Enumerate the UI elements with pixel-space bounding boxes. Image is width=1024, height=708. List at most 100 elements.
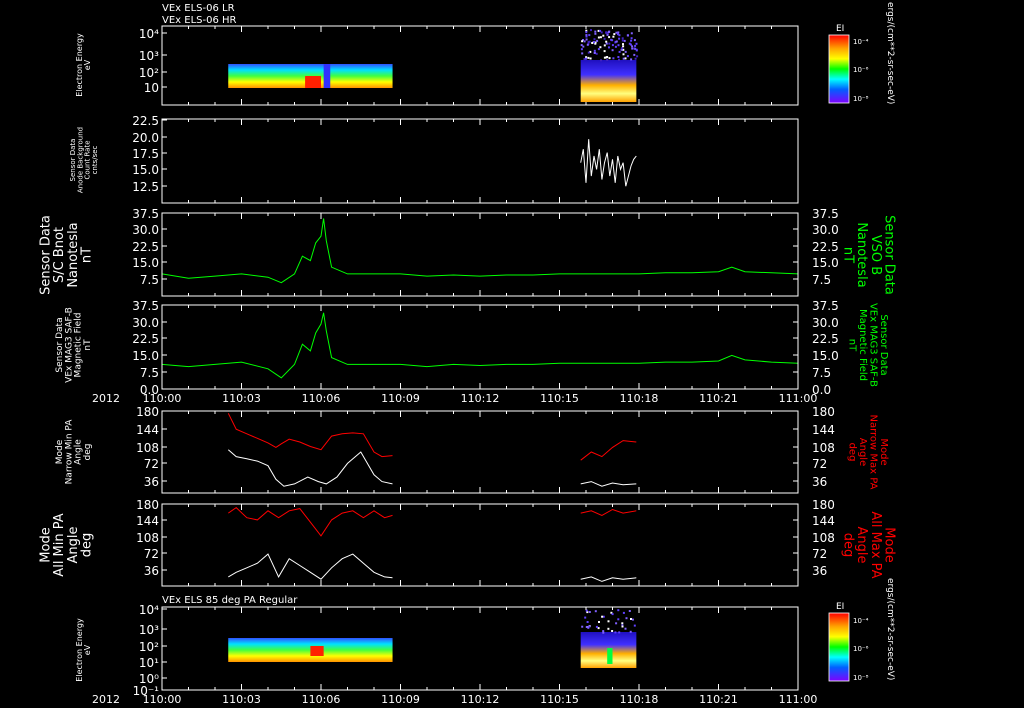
y-axis-label: deg (79, 533, 94, 558)
time-axis-labels: 2012 110:00 110:03 110:06 110:09 110:12 110:15… (92, 693, 817, 706)
spectrogram-speckle (611, 44, 614, 47)
spectrogram-speckle (607, 620, 610, 623)
panel-els-85-deg-spectrogram: 10⁴10³10²10¹10⁰10⁻¹Electron Energy eV (75, 603, 799, 698)
spectrogram-speckle (633, 47, 636, 50)
spectrogram-speckle (606, 59, 609, 61)
y-tick-label: 30.0 (132, 223, 159, 237)
spectrogram-speckle (603, 37, 606, 40)
y-tick-label-right: 108 (812, 531, 835, 545)
y-tick-label: 10⁴ (139, 603, 159, 617)
y-tick-label: 144 (136, 423, 159, 437)
y-tick-label: 37.5 (132, 207, 159, 221)
footer-panel-title: VEx ELS 85 deg PA Regular (162, 595, 298, 606)
y-tick-label-right: 7.5 (812, 366, 831, 380)
y-tick-label-right: 30.0 (812, 223, 839, 237)
panel-all-pa: 180 180144 144108 10872 7236 36ModeAll Min PA… (39, 498, 896, 587)
y-axis-label: eV (83, 644, 92, 655)
y-axis-label-right: Angle (857, 438, 868, 466)
panel-mag3-saf-b: 37.5 37.530.0 30.022.5 22.515.0 15.07.5 7.50.… (55, 299, 889, 397)
series-line-mag3-saf-b (161, 312, 799, 379)
spectrogram-speckle (615, 40, 618, 43)
y-tick-label: 10³ (139, 623, 159, 637)
spectrogram-speckle (617, 618, 620, 621)
spectrogram-speckle (608, 36, 611, 39)
spectrogram-speckle (621, 39, 624, 42)
spectrogram-block (580, 60, 637, 102)
spectrogram-speckle (630, 58, 633, 61)
series-line-all-max-pa (580, 508, 637, 516)
spectrogram-speckle (588, 611, 591, 613)
spectrogram-speckle (624, 627, 627, 630)
y-tick-label-right: 22.5 (812, 240, 839, 254)
y-tick-label: 10¹ (139, 656, 159, 670)
spectrogram-speckle (597, 36, 600, 39)
spectrogram-speckle (585, 57, 588, 60)
spectrogram-speckle (631, 47, 634, 50)
spectrogram-speckle (599, 46, 602, 49)
y-tick-label: 180 (136, 405, 159, 419)
spectrogram-speckle (614, 631, 617, 634)
y-tick-label: 108 (136, 441, 159, 455)
spectrogram-gap (323, 64, 331, 88)
spectrogram-speckle (588, 625, 591, 628)
spectrogram-speckle (633, 53, 636, 56)
chart-stage: VEx ELS-06 LR VEx ELS-06 HR VEx ELS 85 d… (39, 2, 897, 706)
y-tick-label-right: 15.0 (812, 349, 839, 363)
y-tick-label-right: 72 (812, 547, 827, 561)
time-tick-label: 110:18 (620, 392, 659, 405)
spectrogram-hotspot (305, 76, 321, 88)
spectrogram-speckle (603, 44, 606, 47)
series-line-narrow-min-pa (580, 481, 637, 487)
spectrogram-speckle (587, 51, 590, 54)
y-axis-label: nT (79, 247, 94, 263)
colorbar-unit: ergs/(cm**2-sr-sec-eV) (885, 578, 895, 680)
y-tick-label-right: 180 (812, 405, 835, 419)
spectrogram-speckle (608, 46, 610, 49)
spectrogram-speckle (595, 52, 598, 55)
colorbar-tick: 10⁻⁸ (853, 674, 869, 682)
spectrogram-speckle (610, 38, 613, 41)
spectrogram-speckle (618, 58, 620, 61)
spectrogram-speckle (617, 31, 620, 34)
colorbar-tick: 10⁻⁸ (853, 95, 869, 103)
spectrogram-speckle (618, 34, 621, 37)
spectrogram-speckle (623, 39, 626, 42)
spectrogram-speckle (630, 618, 632, 620)
series-line-all-max-pa (228, 506, 393, 537)
y-tick-label-right: 37.5 (812, 299, 839, 313)
spectrogram-speckle (615, 31, 618, 34)
spectrogram-speckle (581, 52, 584, 55)
spectrogram-speckle (607, 627, 610, 630)
spectrogram-speckle (611, 49, 614, 52)
time-tick-label: 110:21 (699, 693, 738, 706)
y-tick-label: 72 (144, 547, 159, 561)
spectrogram-speckle (596, 39, 599, 42)
spectrogram-speckle (617, 56, 620, 58)
time-tick-label: 110:06 (302, 693, 341, 706)
series-line-narrow-min-pa (227, 449, 393, 487)
y-axis-label-right: nT (846, 339, 857, 352)
series-line-narrow-max-pa (227, 413, 393, 458)
y-axis-label: eV (83, 59, 92, 70)
spectrogram-speckle (593, 41, 596, 44)
y-tick-label: 20.0 (132, 131, 159, 145)
y-tick-label: 30.0 (132, 316, 159, 330)
colorbar-unit: ergs/(cm**2-sr-sec-eV) (885, 2, 895, 104)
y-axis-label-right: Sensor Data (878, 314, 889, 375)
spectrogram-speckle (622, 45, 625, 48)
spectrogram-speckle (633, 624, 636, 627)
spectrogram-speckle (626, 55, 629, 58)
spectrogram-speckle (585, 38, 588, 41)
panel-els-lr-hr-spectrogram: 10⁴10³10²10Electron Energy eV (75, 25, 799, 106)
y-tick-label-right: 22.5 (812, 332, 839, 346)
y-axis-label: deg (83, 444, 93, 461)
spectrogram-speckle (585, 31, 588, 34)
spectrogram-speckle (634, 44, 637, 47)
spectrogram-speckle (636, 55, 639, 58)
spectrogram-speckle (580, 48, 583, 51)
spectrogram-speckle (598, 621, 600, 623)
spectrogram-speckle (622, 57, 625, 60)
colorbar-tick: 10⁻⁴ (853, 617, 869, 625)
y-tick-label: 22.5 (132, 114, 159, 128)
panel-frame (161, 118, 799, 204)
